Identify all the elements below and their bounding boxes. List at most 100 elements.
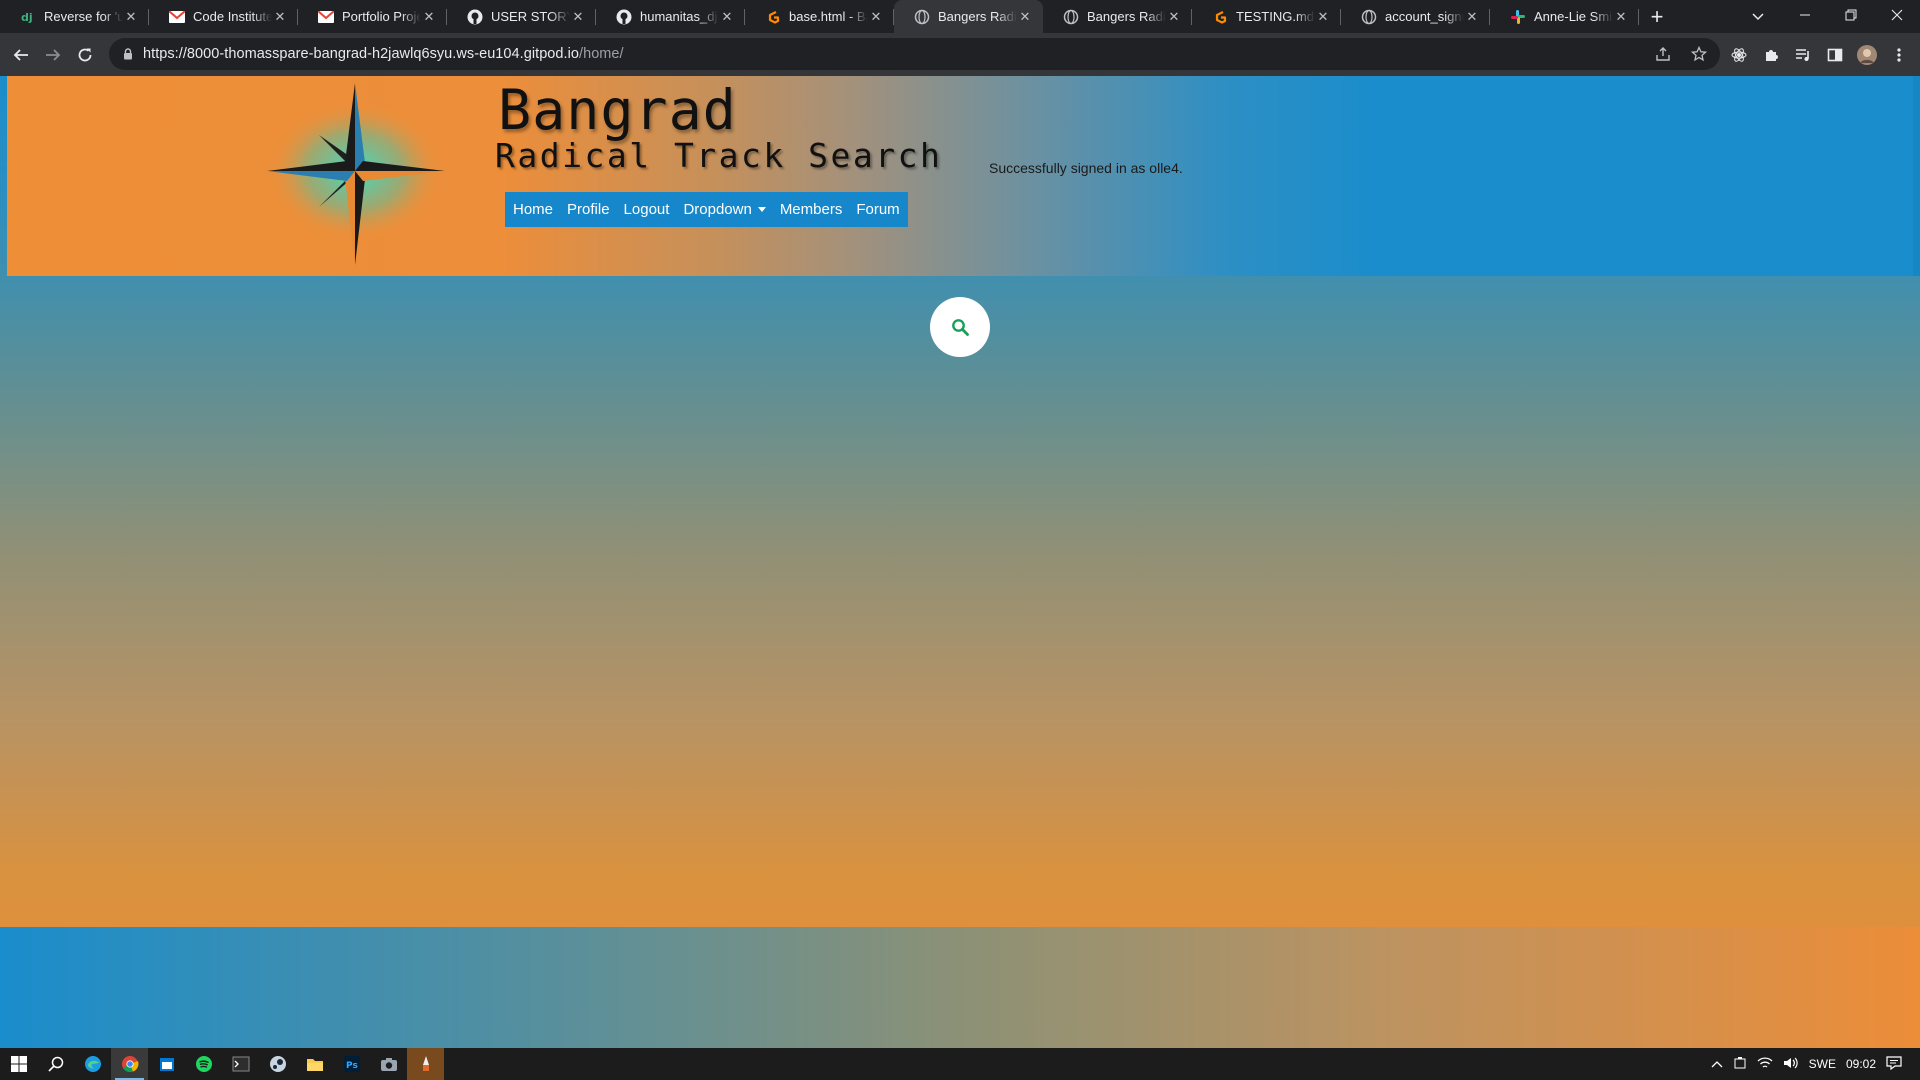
github-icon <box>467 9 483 25</box>
browser-tab[interactable]: Portfolio Project ✕ <box>298 0 447 33</box>
url-path: /home/ <box>579 46 624 62</box>
tab-title: base.html - Ban <box>789 9 868 24</box>
windows-search-icon[interactable] <box>37 1048 74 1080</box>
clock-time[interactable]: 09:02 <box>1846 1057 1876 1071</box>
browser-tab[interactable]: base.html - Ban ✕ <box>745 0 894 33</box>
close-tab-icon[interactable]: ✕ <box>272 9 288 25</box>
compass-star-logo <box>267 83 445 265</box>
notifications-icon[interactable] <box>1886 1055 1902 1073</box>
close-tab-icon[interactable]: ✕ <box>719 9 735 25</box>
browser-tab[interactable]: account_signup ✕ <box>1341 0 1490 33</box>
browser-menu-icon[interactable] <box>1888 44 1910 66</box>
nav-home-link[interactable]: Home <box>506 192 560 227</box>
media-control-icon[interactable] <box>1792 44 1814 66</box>
gmail-icon <box>169 9 185 25</box>
restore-icon[interactable] <box>1828 0 1874 30</box>
site-title: Bangrad <box>498 78 737 142</box>
tab-title: Bangers Radical <box>1087 9 1166 24</box>
browser-toolbar: https://8000-thomasspare-bangrad-h2jawlq… <box>0 33 1920 76</box>
language-indicator[interactable]: SWE <box>1809 1057 1836 1071</box>
search-icon <box>952 319 969 336</box>
page-footer-area <box>0 927 1920 1048</box>
browser-tab[interactable]: humanitas_djan ✕ <box>596 0 745 33</box>
nav-profile-link[interactable]: Profile <box>560 192 617 227</box>
github-icon <box>616 9 632 25</box>
photoshop-icon[interactable]: Ps <box>333 1048 370 1080</box>
app-icon[interactable] <box>407 1048 444 1080</box>
tab-title: humanitas_djan <box>640 9 719 24</box>
main-navbar: Home Profile Logout Dropdown Members For… <box>505 192 908 227</box>
close-tab-icon[interactable]: ✕ <box>868 9 884 25</box>
profile-avatar[interactable] <box>1856 44 1878 66</box>
close-tab-icon[interactable]: ✕ <box>123 9 139 25</box>
site-subtitle: Radical Track Search <box>495 136 943 175</box>
close-tab-icon[interactable]: ✕ <box>1315 9 1331 25</box>
extension-icon[interactable] <box>1728 44 1750 66</box>
nav-logout-link[interactable]: Logout <box>617 192 677 227</box>
close-tab-icon[interactable]: ✕ <box>1613 9 1629 25</box>
gitpod-icon <box>1212 9 1228 25</box>
close-tab-icon[interactable]: ✕ <box>1017 9 1033 25</box>
svg-text:dj: dj <box>21 11 33 24</box>
tab-search-chevron-icon[interactable] <box>1745 4 1771 30</box>
nav-members-link[interactable]: Members <box>773 192 850 227</box>
camera-app-icon[interactable] <box>370 1048 407 1080</box>
tray-chevron-up-icon[interactable] <box>1711 1057 1723 1071</box>
search-button[interactable] <box>930 297 990 357</box>
nav-dropdown-toggle[interactable]: Dropdown <box>676 192 772 227</box>
share-icon[interactable] <box>1652 43 1674 65</box>
battery-icon[interactable] <box>1733 1056 1747 1073</box>
url-text: https://8000-thomasspare-bangrad-h2jawlq… <box>143 46 624 62</box>
chrome-icon[interactable] <box>111 1048 148 1080</box>
browser-tab[interactable]: USER STORY: < ✕ <box>447 0 596 33</box>
site-header: Bangrad Radical Track Search Home Profil… <box>7 76 1913 276</box>
spotify-icon[interactable] <box>185 1048 222 1080</box>
edge-icon[interactable] <box>74 1048 111 1080</box>
calendar-app-icon[interactable] <box>148 1048 185 1080</box>
forward-arrow-icon[interactable] <box>37 39 69 71</box>
browser-tab[interactable]: Anne-Lie Smith ✕ <box>1490 0 1639 33</box>
url-host: https://8000-thomasspare-bangrad-h2jawlq… <box>143 46 579 62</box>
back-arrow-icon[interactable] <box>5 39 37 71</box>
file-explorer-icon[interactable] <box>296 1048 333 1080</box>
close-tab-icon[interactable]: ✕ <box>1166 9 1182 25</box>
steam-icon[interactable] <box>259 1048 296 1080</box>
tab-title: Reverse for 'upd <box>44 9 123 24</box>
close-window-icon[interactable] <box>1874 0 1920 30</box>
windows-taskbar: Ps SWE 09:02 <box>0 1048 1920 1080</box>
wifi-icon[interactable] <box>1757 1056 1773 1073</box>
browser-tab[interactable]: Code Institute - ✕ <box>149 0 298 33</box>
nav-forum-link[interactable]: Forum <box>849 192 906 227</box>
django-icon: dj <box>20 9 36 25</box>
bookmark-star-icon[interactable] <box>1688 43 1710 65</box>
browser-tab[interactable]: dj Reverse for 'upd ✕ <box>0 0 149 33</box>
tab-title: TESTING.md - B <box>1236 9 1315 24</box>
tab-title: Anne-Lie Smith <box>1534 9 1613 24</box>
lock-icon <box>123 48 133 60</box>
browser-tab-strip: dj Reverse for 'upd ✕ Code Institute - ✕… <box>0 0 1920 33</box>
browser-tab[interactable]: TESTING.md - B ✕ <box>1192 0 1341 33</box>
dropdown-label: Dropdown <box>683 201 752 218</box>
reload-icon[interactable] <box>69 39 101 71</box>
windows-start-icon[interactable] <box>0 1048 37 1080</box>
new-tab-button[interactable]: + <box>1639 0 1675 33</box>
svg-text:Ps: Ps <box>346 1061 358 1071</box>
tab-title: Bangers Radical <box>938 9 1017 24</box>
close-tab-icon[interactable]: ✕ <box>421 9 437 25</box>
terminal-icon[interactable] <box>222 1048 259 1080</box>
tab-title: Portfolio Project <box>342 9 421 24</box>
browser-tab[interactable]: Bangers Radical ✕ <box>1043 0 1192 33</box>
side-panel-icon[interactable] <box>1824 44 1846 66</box>
globe-icon <box>914 9 930 25</box>
system-tray: SWE 09:02 <box>1711 1048 1920 1080</box>
page-scrollbar[interactable] <box>1913 76 1920 276</box>
puzzle-extensions-icon[interactable] <box>1760 44 1782 66</box>
tab-title: USER STORY: < <box>491 9 570 24</box>
close-tab-icon[interactable]: ✕ <box>570 9 586 25</box>
address-bar[interactable]: https://8000-thomasspare-bangrad-h2jawlq… <box>109 38 1720 70</box>
close-tab-icon[interactable]: ✕ <box>1464 9 1480 25</box>
gitpod-icon <box>765 9 781 25</box>
volume-icon[interactable] <box>1783 1056 1799 1073</box>
browser-tab-active[interactable]: Bangers Radical ✕ <box>894 0 1043 33</box>
minimize-icon[interactable] <box>1782 0 1828 30</box>
